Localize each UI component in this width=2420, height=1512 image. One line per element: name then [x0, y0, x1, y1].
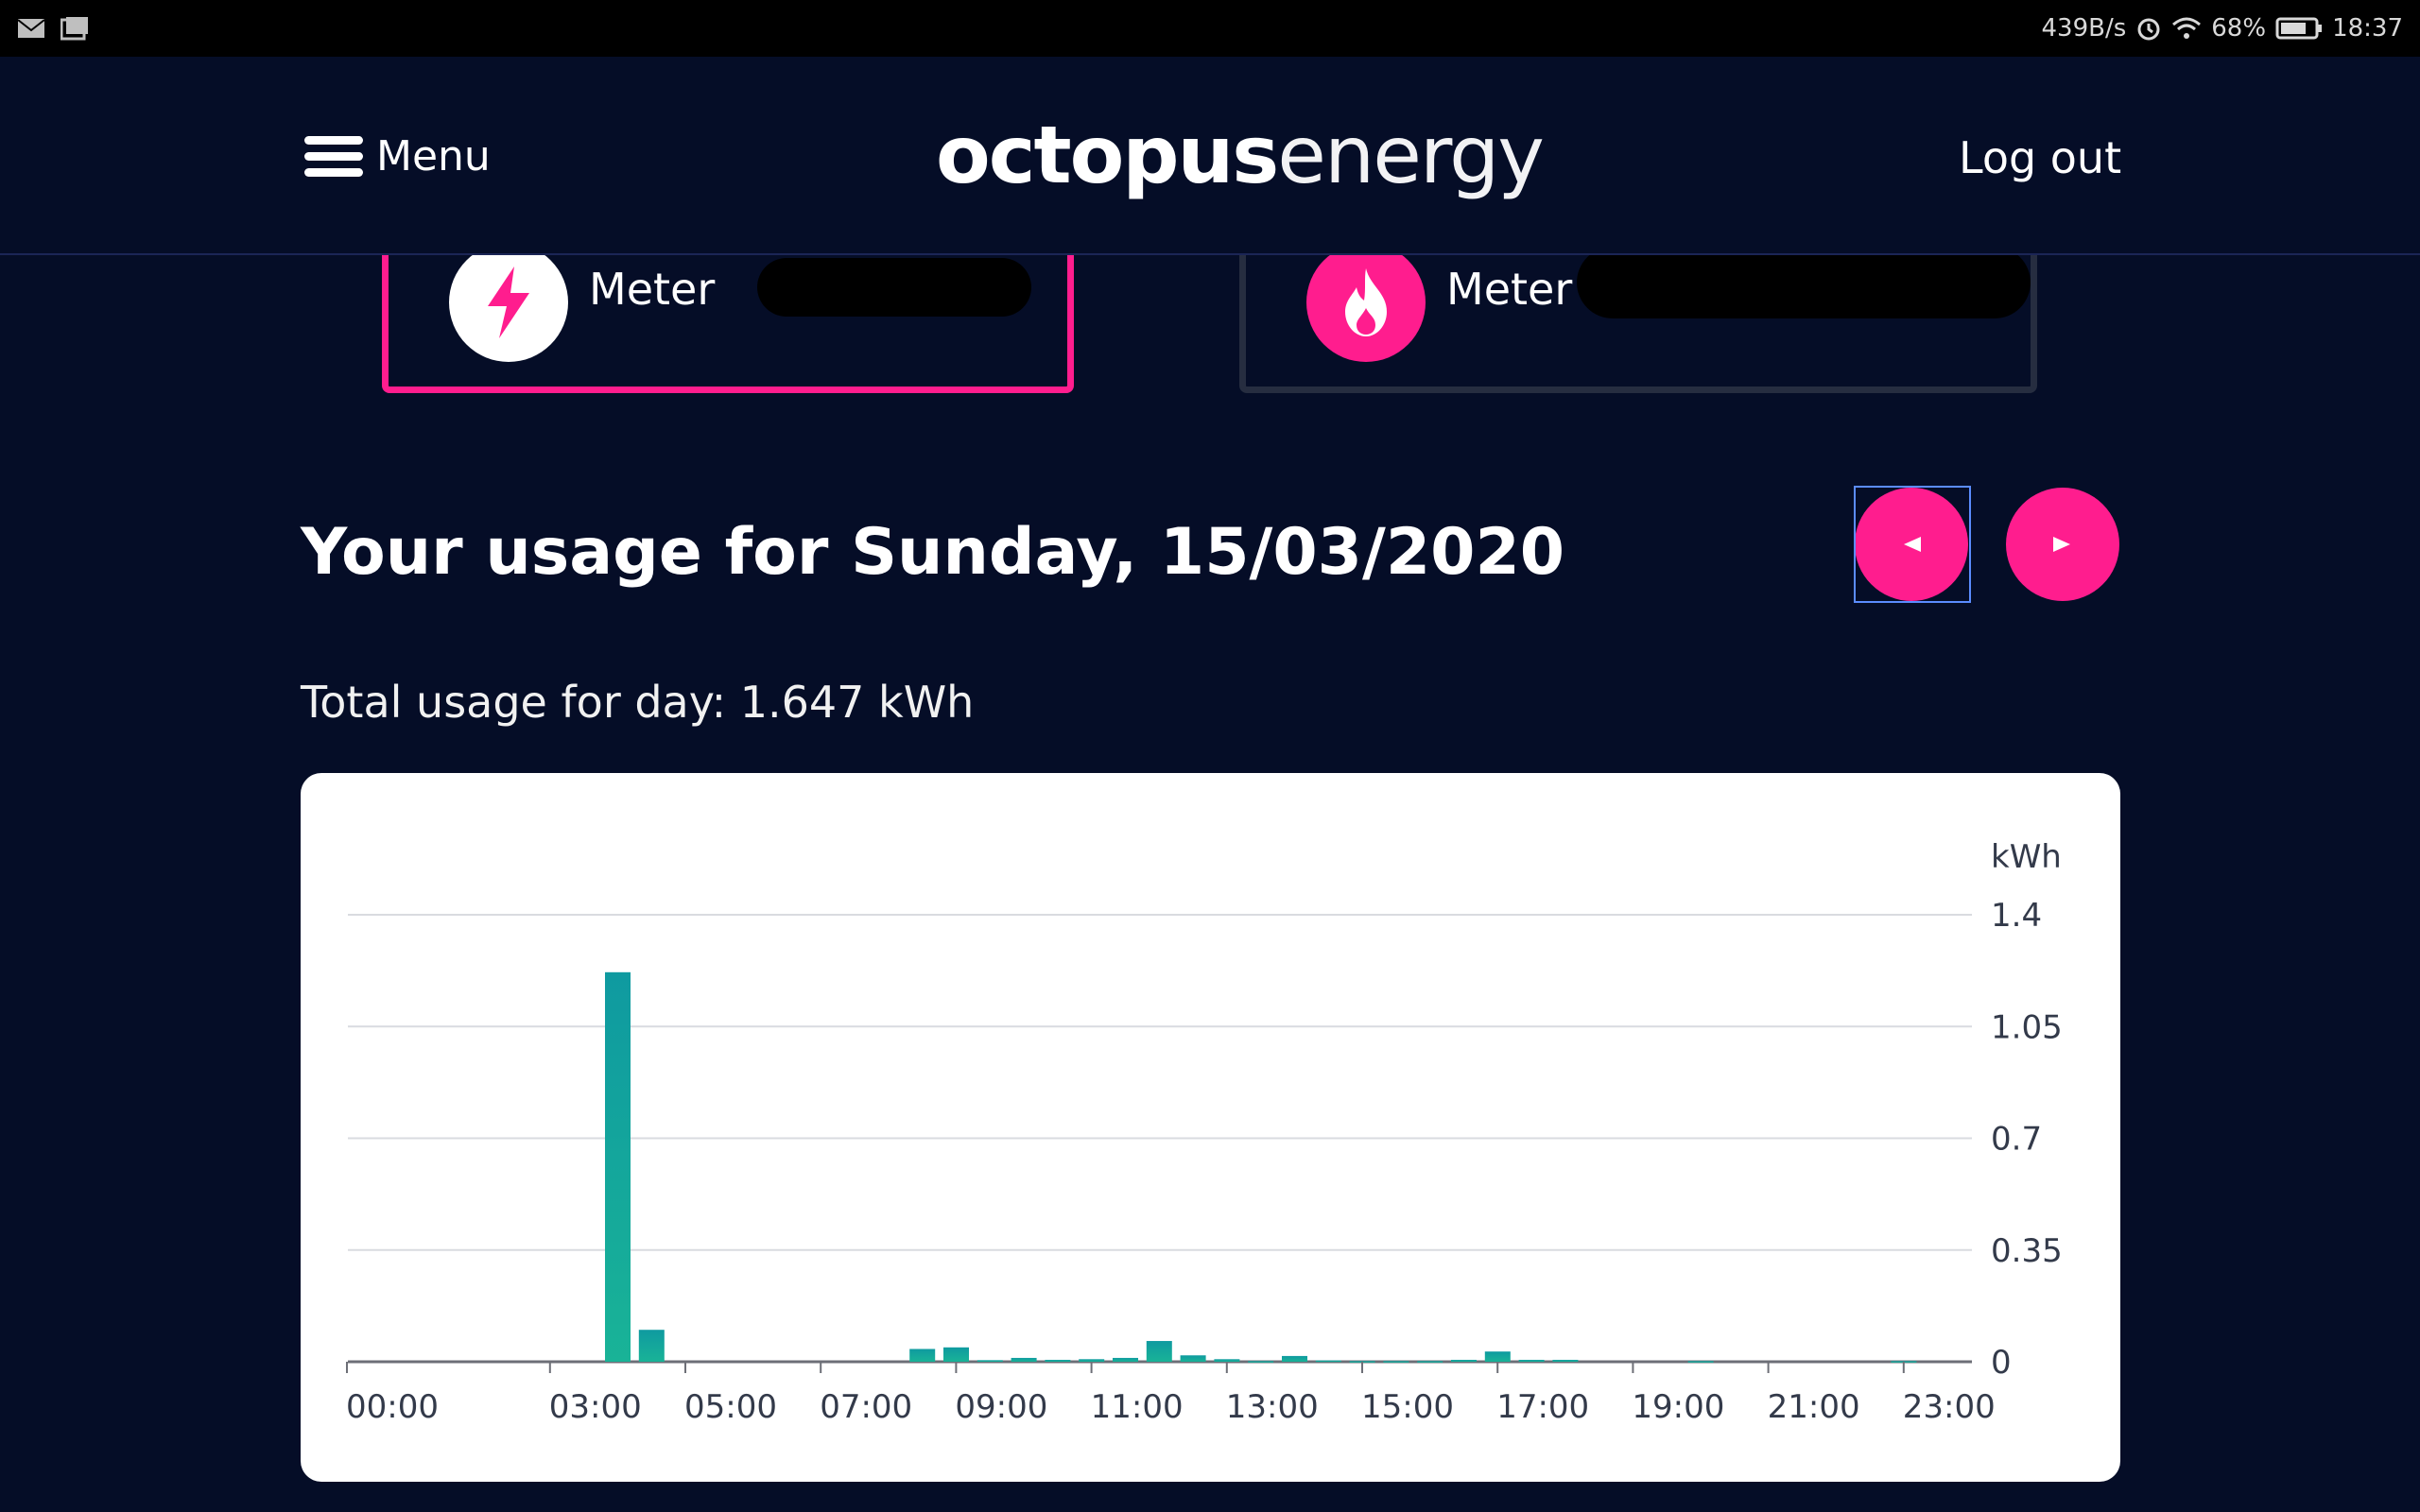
status-bar: 439B/s 68% 18:37 — [0, 0, 2420, 57]
logo-light-text: energy — [1277, 109, 1545, 201]
usage-bar[interactable] — [1113, 1357, 1138, 1362]
status-left — [17, 16, 89, 41]
x-tick-label: 03:00 — [549, 1388, 642, 1426]
triangle-right-icon — [2053, 537, 2070, 552]
logo-bold-text: octopus — [936, 109, 1279, 201]
y-tick-label: 0.7 — [1991, 1121, 2042, 1159]
next-day-button[interactable] — [2006, 488, 2119, 601]
flame-icon — [1306, 243, 1426, 362]
status-right: 439B/s 68% 18:37 — [2041, 14, 2403, 43]
mail-icon — [17, 18, 45, 39]
chart-bars — [605, 971, 1917, 1363]
usage-bar[interactable] — [638, 1330, 665, 1362]
x-axis: 00:00 03:00 05:00 07:00 09:00 11:00 13:00 15:00… — [346, 1362, 1996, 1426]
usage-bar-chart: kWh 1.4 1.05 0.7 0.35 0 00:00 03:00 05:00 07:00… — [346, 838, 2063, 1426]
y-tick-label: 1.05 — [1991, 1008, 2063, 1046]
x-tick-label: 00:00 — [346, 1388, 439, 1426]
x-tick-label: 17:00 — [1496, 1388, 1589, 1426]
usage-bar[interactable] — [1282, 1355, 1307, 1362]
y-tick-label: 0 — [1991, 1344, 2012, 1382]
battery-percent: 68% — [2211, 14, 2267, 43]
x-tick-label: 05:00 — [684, 1388, 777, 1426]
usage-bar[interactable] — [909, 1349, 936, 1362]
usage-bar[interactable] — [943, 1347, 969, 1362]
x-tick-label: 11:00 — [1091, 1388, 1184, 1426]
y-tick-label: 1.4 — [1991, 897, 2042, 935]
meter-label: Meter — [589, 264, 716, 315]
hamburger-icon — [304, 136, 363, 177]
usage-bar[interactable] — [977, 1360, 1003, 1362]
menu-label: Menu — [376, 132, 491, 180]
battery-icon — [2275, 16, 2323, 41]
triangle-left-icon — [1904, 537, 1921, 552]
redaction-mark — [1577, 247, 2031, 318]
usage-bar[interactable] — [605, 971, 631, 1362]
usage-bar[interactable] — [1180, 1355, 1206, 1362]
redaction-mark — [757, 258, 1031, 317]
site-header: Menu octopusenergy Log out — [0, 57, 2420, 255]
usage-bar[interactable] — [1079, 1359, 1105, 1362]
meter-label: Meter — [1446, 264, 1573, 315]
x-tick-label: 19:00 — [1632, 1388, 1724, 1426]
x-tick-label: 09:00 — [955, 1388, 1047, 1426]
usage-bar[interactable] — [1383, 1361, 1409, 1363]
previous-day-button[interactable] — [1855, 488, 1968, 601]
clock: 18:37 — [2332, 14, 2403, 43]
wifi-icon — [2171, 16, 2202, 41]
logout-link[interactable]: Log out — [1959, 132, 2121, 183]
x-tick-label: 13:00 — [1226, 1388, 1319, 1426]
usage-bar[interactable] — [1214, 1359, 1240, 1362]
usage-bar[interactable] — [1417, 1361, 1443, 1363]
x-tick-label: 23:00 — [1903, 1388, 1996, 1426]
menu-button[interactable]: Menu — [304, 132, 491, 180]
y-tick-label: 0.35 — [1991, 1232, 2063, 1270]
octopus-energy-logo[interactable]: octopusenergy — [936, 109, 1545, 201]
usage-bar[interactable] — [1146, 1341, 1172, 1362]
usage-bar[interactable] — [1484, 1351, 1511, 1362]
usage-bar[interactable] — [1518, 1359, 1545, 1362]
x-tick-label: 15:00 — [1361, 1388, 1454, 1426]
usage-bar[interactable] — [1045, 1359, 1071, 1362]
usage-title: Your usage for Sunday, 15/03/2020 — [301, 515, 1565, 590]
usage-bar[interactable] — [1451, 1359, 1477, 1362]
x-tick-label: 07:00 — [820, 1388, 912, 1426]
network-speed: 439B/s — [2041, 14, 2127, 43]
usage-bar[interactable] — [1315, 1360, 1341, 1363]
usage-bar[interactable] — [1248, 1361, 1274, 1363]
gallery-icon — [60, 16, 89, 41]
usage-chart-card: kWh 1.4 1.05 0.7 0.35 0 00:00 03:00 05:00 07:00… — [301, 773, 2120, 1482]
usage-bar[interactable] — [1687, 1361, 1714, 1363]
total-usage: Total usage for day: 1.647 kWh — [301, 677, 975, 728]
lightning-icon — [449, 243, 568, 362]
alarm-icon — [2135, 15, 2162, 42]
x-tick-label: 21:00 — [1768, 1388, 1860, 1426]
usage-bar[interactable] — [1552, 1359, 1579, 1362]
y-axis-label: kWh — [1991, 838, 2062, 876]
usage-bar[interactable] — [1011, 1357, 1037, 1362]
